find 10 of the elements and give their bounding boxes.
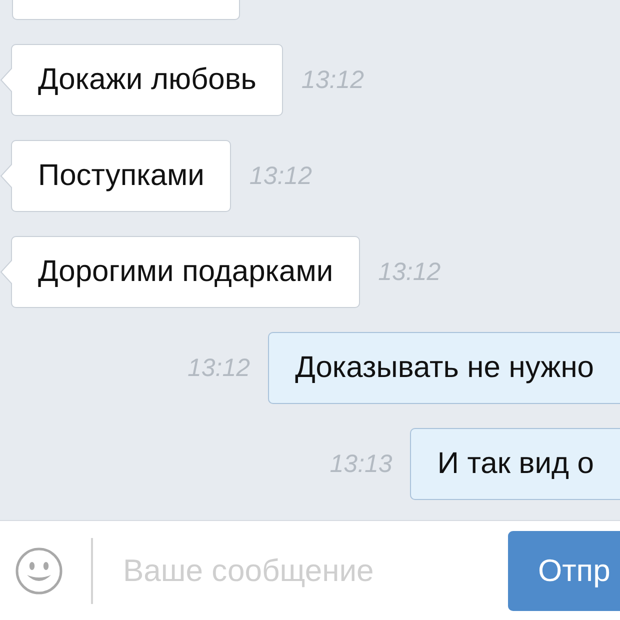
smiley-icon[interactable] [15, 546, 63, 594]
message-bubble: Докажи любовь [11, 44, 284, 116]
message-bubble: Дорогими подарками [11, 236, 360, 308]
message-bubble: Поступками [11, 140, 232, 212]
bubble-tail [0, 164, 12, 188]
message-bubble: Доказывать не нужно [268, 332, 620, 404]
send-button[interactable]: Отпр [508, 530, 620, 610]
message-bubble: И так вид о [410, 428, 620, 500]
bubble-tail [0, 68, 12, 92]
bubble-tail [0, 260, 12, 284]
